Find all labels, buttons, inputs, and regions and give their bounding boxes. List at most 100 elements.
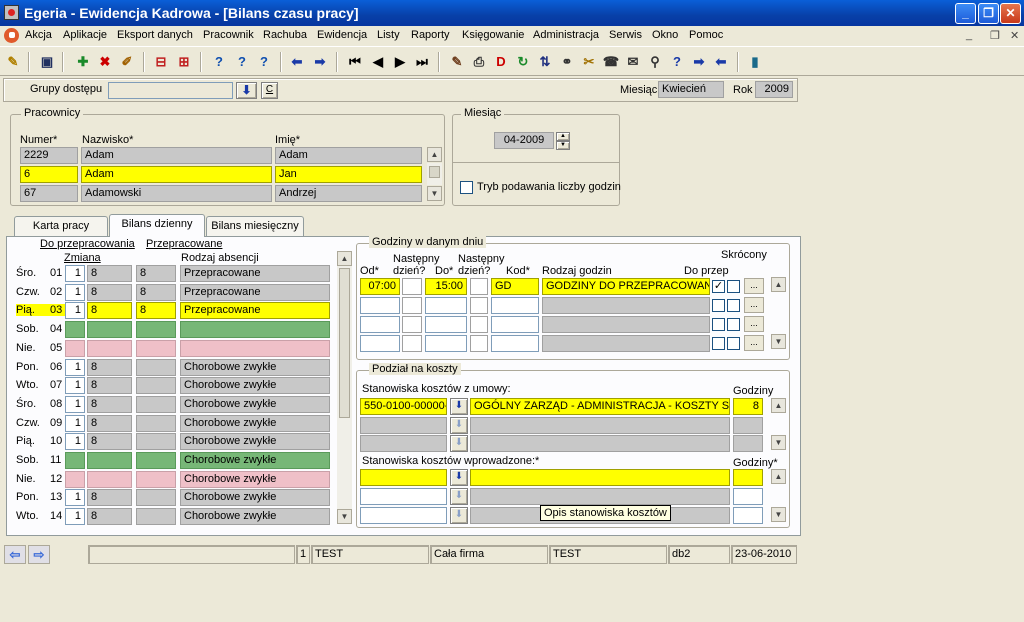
employee-nazwisko[interactable]: Adamowski <box>81 185 272 202</box>
next-window-icon[interactable]: ➡ <box>690 53 708 71</box>
spin-down-icon[interactable]: ▼ <box>556 141 570 150</box>
next-day-1-checkbox[interactable] <box>402 335 422 352</box>
hour-code[interactable] <box>491 335 539 352</box>
shift-cell[interactable]: 1 <box>65 265 85 282</box>
add-icon[interactable]: ✚ <box>74 53 92 71</box>
help-icon[interactable]: ? <box>668 53 686 71</box>
worked-cell[interactable]: 8 <box>136 265 176 282</box>
shift-cell[interactable]: 1 <box>65 489 85 507</box>
cost-description[interactable] <box>470 417 730 434</box>
absence-type-cell[interactable]: Chorobowe zwykłe <box>180 470 330 488</box>
to-work-cell[interactable]: 8 <box>87 489 132 507</box>
to-work-cell[interactable]: 8 <box>87 265 132 282</box>
shift-cell[interactable]: 1 <box>65 302 85 320</box>
worked-cell[interactable]: 8 <box>136 302 176 320</box>
prev-record-icon[interactable]: ◀ <box>369 53 387 71</box>
daily-scroll-thumb[interactable] <box>339 268 350 418</box>
shift-cell[interactable]: 1 <box>65 377 85 395</box>
cost-entered-lookup-icon[interactable]: ⬇ <box>450 507 468 524</box>
employee-numer[interactable]: 2229 <box>20 147 78 164</box>
cost-hours[interactable] <box>733 435 763 452</box>
shift-cell[interactable] <box>65 452 85 469</box>
worked-cell[interactable] <box>136 470 176 488</box>
menu-pomoc[interactable]: Pomoc <box>689 29 723 41</box>
employee-imie[interactable]: Adam <box>275 147 422 164</box>
hour-type[interactable]: GODZINY DO PRZEPRACOWANIA <box>542 278 710 295</box>
to-work-cell[interactable]: 8 <box>87 414 132 432</box>
menu-okno[interactable]: Okno <box>652 29 678 41</box>
to-work-cell[interactable] <box>87 452 132 469</box>
menu-ewidencja[interactable]: Ewidencja <box>317 29 367 41</box>
worked-cell[interactable] <box>136 433 176 451</box>
access-group-input[interactable] <box>108 82 233 99</box>
to-work-cell[interactable] <box>87 470 132 488</box>
find-icon[interactable]: ? <box>210 53 228 71</box>
hour-details-button[interactable]: ... <box>744 335 764 351</box>
hour-type[interactable] <box>542 335 710 352</box>
absence-type-cell[interactable]: Przepracowane <box>180 283 330 301</box>
cost-lookup-icon[interactable]: ⬇ <box>450 398 468 415</box>
shift-cell[interactable] <box>65 321 85 339</box>
remove-row-icon[interactable]: ⊞ <box>175 53 193 71</box>
hour-code[interactable]: GD <box>491 278 539 295</box>
to-work-cell[interactable]: 8 <box>87 395 132 413</box>
to-work-cell[interactable]: 8 <box>87 508 132 526</box>
tab-bilans-miesieczny[interactable]: Bilans miesięczny <box>206 216 304 236</box>
employee-imie[interactable]: Andrzej <box>275 185 422 202</box>
worked-cell[interactable] <box>136 508 176 526</box>
mdi-child-icon[interactable] <box>4 28 19 43</box>
maximize-button[interactable]: ❐ <box>978 3 999 24</box>
scroll-down-icon[interactable]: ▼ <box>427 186 442 201</box>
worked-cell[interactable] <box>136 358 176 376</box>
cost-entered-code[interactable] <box>360 488 447 505</box>
cost-hours[interactable]: 8 <box>733 398 763 415</box>
worked-cell[interactable]: 8 <box>136 283 176 301</box>
absence-type-cell[interactable]: Przepracowane <box>180 265 330 282</box>
daily-scrolltrack[interactable] <box>337 266 352 509</box>
cost-code[interactable]: 550-0100-00000-1 <box>360 398 447 415</box>
hour-from[interactable] <box>360 335 400 352</box>
costs-scroll-down-icon[interactable]: ▼ <box>771 435 786 450</box>
to-work-cell[interactable]: 8 <box>87 302 132 320</box>
absence-type-cell[interactable]: Chorobowe zwykłe <box>180 395 330 413</box>
costs2-scroll-up-icon[interactable]: ▲ <box>771 469 786 484</box>
hour-type[interactable] <box>542 297 710 314</box>
to-work-cell[interactable]: 8 <box>87 433 132 451</box>
edit-icon[interactable]: ✐ <box>118 53 136 71</box>
insert-row-icon[interactable]: ⊟ <box>152 53 170 71</box>
hour-to[interactable] <box>425 316 467 333</box>
employee-numer[interactable]: 6 <box>20 166 78 183</box>
filter-icon[interactable]: ⚲ <box>646 53 664 71</box>
hour-to[interactable]: 15:00 <box>425 278 467 295</box>
minimize-button[interactable]: _ <box>955 3 976 24</box>
daily-scroll-down-icon[interactable]: ▼ <box>337 509 352 524</box>
first-record-icon[interactable]: ⏮ <box>346 53 364 71</box>
employee-numer[interactable]: 67 <box>20 185 78 202</box>
nav-back-icon[interactable]: ⇦ <box>4 545 26 564</box>
menu-listy[interactable]: Listy <box>377 29 400 41</box>
cost-hours[interactable] <box>733 417 763 434</box>
employee-nazwisko[interactable]: Adam <box>81 166 272 183</box>
shift-cell[interactable]: 1 <box>65 508 85 526</box>
hour-type[interactable] <box>542 316 710 333</box>
pin-icon[interactable]: ✎ <box>4 53 22 71</box>
shift-cell[interactable]: 1 <box>65 358 85 376</box>
tree-icon[interactable]: ⚭ <box>558 53 576 71</box>
last-record-icon[interactable]: ⏭ <box>413 53 431 71</box>
hour-details-button[interactable]: ... <box>744 297 764 313</box>
to-work-checkbox[interactable] <box>712 337 725 350</box>
cost-entered-description[interactable] <box>470 469 730 486</box>
cost-entered-hours[interactable] <box>733 507 763 524</box>
find-next-icon[interactable]: ? <box>233 53 251 71</box>
hour-from[interactable]: 07:00 <box>360 278 400 295</box>
hour-code[interactable] <box>491 316 539 333</box>
shortened-checkbox[interactable] <box>727 280 740 293</box>
shortened-checkbox[interactable] <box>727 299 740 312</box>
cost-entered-lookup-icon[interactable]: ⬇ <box>450 488 468 505</box>
hour-from[interactable] <box>360 297 400 314</box>
sort-icon[interactable]: ⇅ <box>536 53 554 71</box>
month-input[interactable]: 04-2009 <box>494 132 554 149</box>
menu-administracja[interactable]: Administracja <box>533 29 599 41</box>
to-work-cell[interactable]: 8 <box>87 358 132 376</box>
shift-cell[interactable] <box>65 470 85 488</box>
